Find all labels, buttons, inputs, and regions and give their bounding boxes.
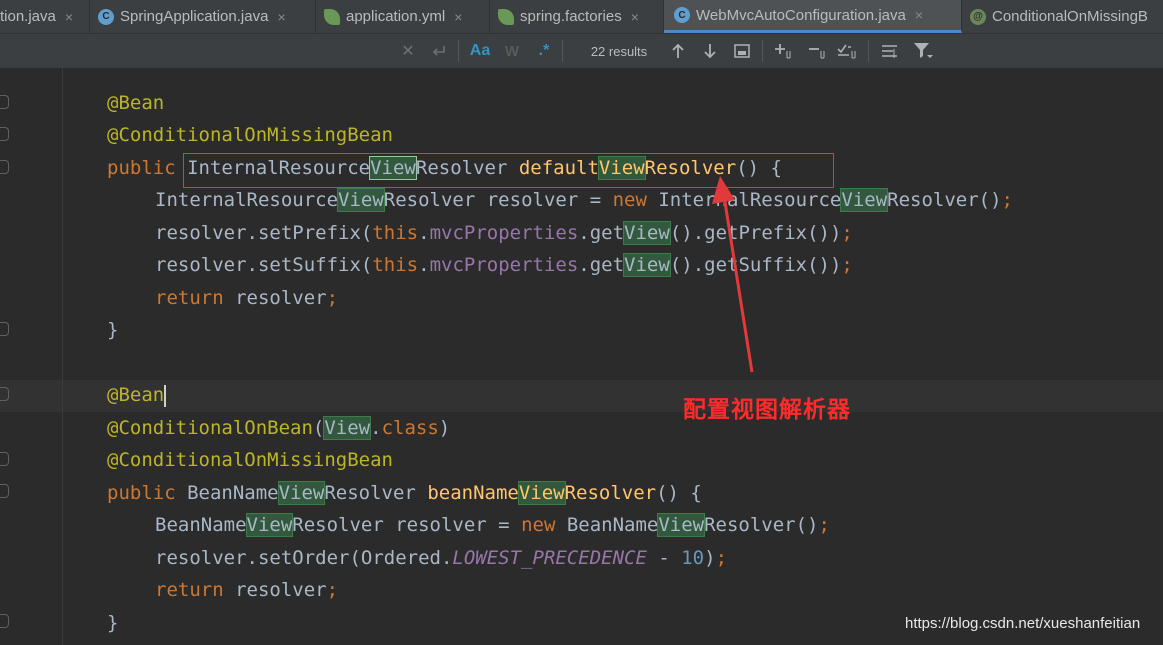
annotation-arrow xyxy=(712,176,754,373)
annotation-note: 配置视图解析器 xyxy=(683,397,851,423)
watermark: https://blog.csdn.net/xueshanfeitian xyxy=(905,615,1141,632)
